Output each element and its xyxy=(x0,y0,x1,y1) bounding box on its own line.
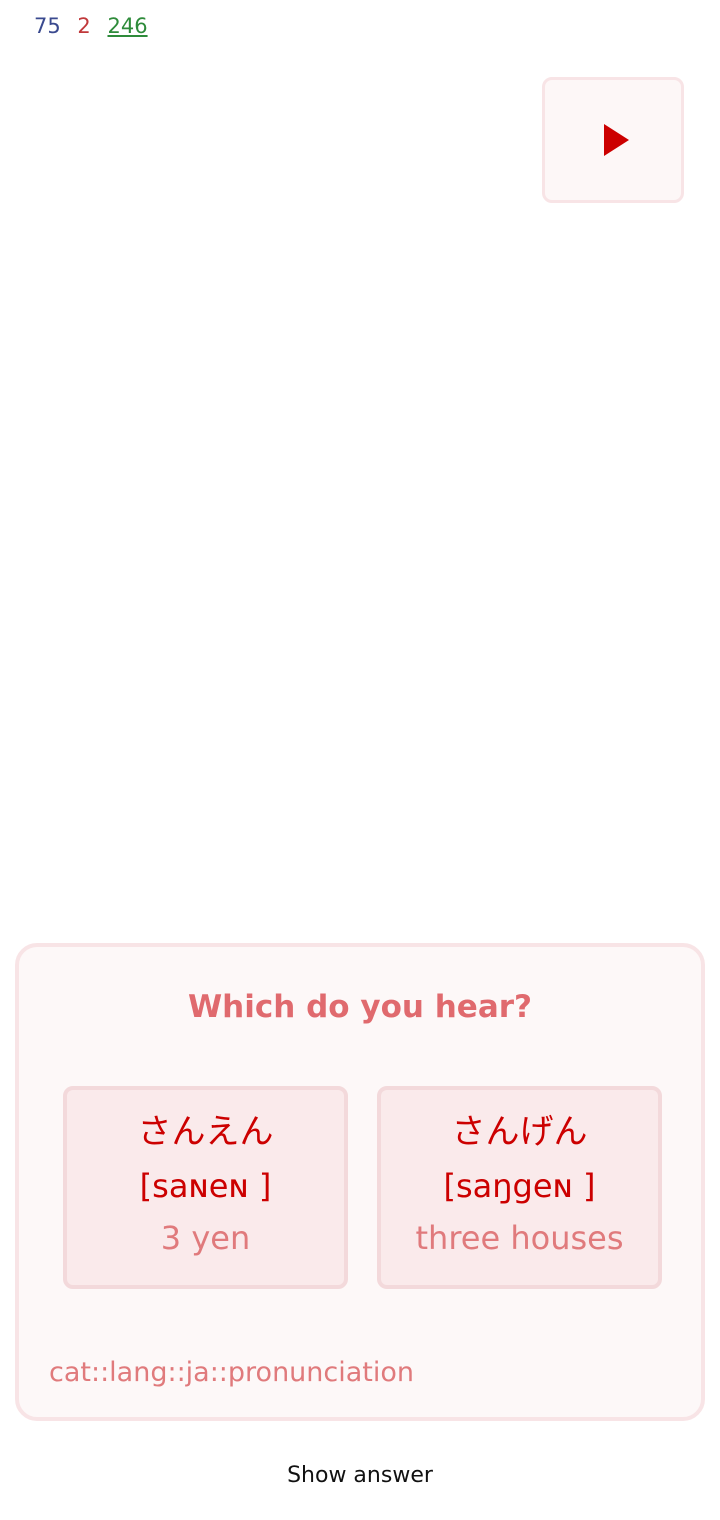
learning-count: 2 xyxy=(77,14,91,38)
option-kana: さんえん xyxy=(137,1112,274,1152)
question-text: Which do you hear? xyxy=(187,989,533,1025)
option-meaning: 3 yen xyxy=(160,1219,251,1257)
review-screen: 75 2 246 Which do you hear? さんえん [saɴeɴ … xyxy=(0,0,720,1520)
due-counts: 75 2 246 xyxy=(34,12,158,40)
answer-option-2[interactable]: さんげん [saŋgeɴ ] three houses xyxy=(377,1086,662,1289)
play-audio-button[interactable] xyxy=(542,77,684,203)
option-kana: さんげん xyxy=(451,1112,588,1152)
new-count: 75 xyxy=(34,14,61,38)
show-answer-button[interactable]: Show answer xyxy=(0,1463,720,1488)
play-icon xyxy=(603,124,629,156)
card-tags: cat::lang::ja::pronunciation xyxy=(49,1357,415,1388)
option-ipa: [saɴeɴ ] xyxy=(139,1167,272,1205)
review-count[interactable]: 246 xyxy=(107,14,147,38)
question-card: Which do you hear? さんえん [saɴeɴ ] 3 yen さ… xyxy=(15,943,705,1421)
answer-option-1[interactable]: さんえん [saɴeɴ ] 3 yen xyxy=(63,1086,348,1289)
option-ipa: [saŋgeɴ ] xyxy=(443,1167,596,1205)
option-meaning: three houses xyxy=(415,1219,624,1257)
